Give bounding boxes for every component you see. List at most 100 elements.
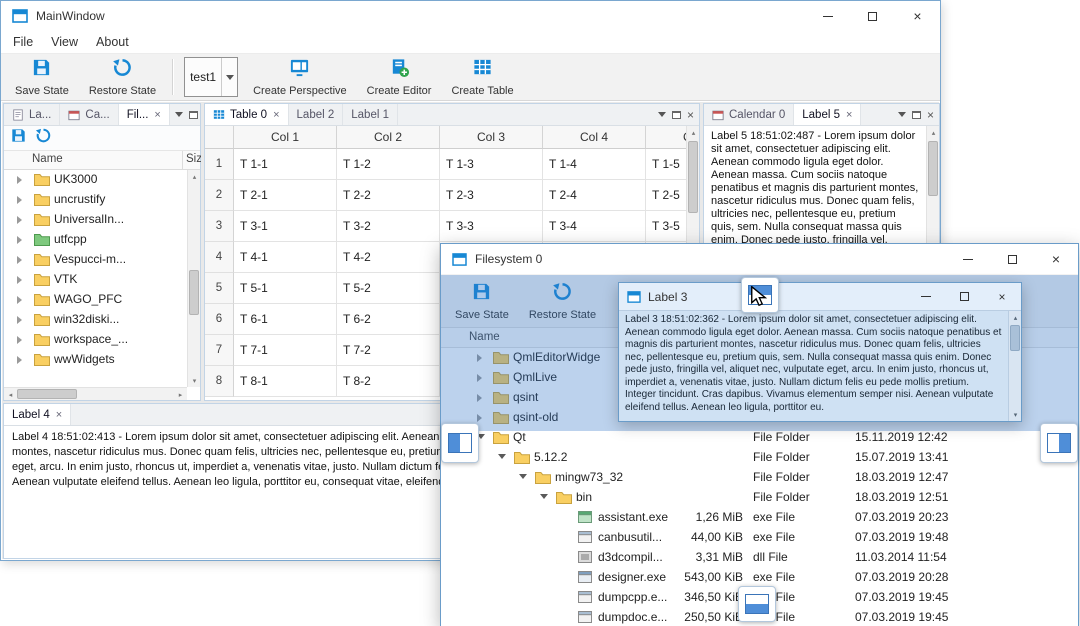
tree-item[interactable]: wwWidgets	[4, 350, 187, 370]
chevron-right-icon[interactable]	[17, 296, 22, 304]
vertical-scrollbar[interactable]: ▴ ▾	[187, 170, 200, 387]
table-cell[interactable]: T 3-4	[543, 211, 646, 242]
chevron-right-icon[interactable]	[17, 236, 22, 244]
tree-item[interactable]: designer.exe 543,00 KiB exe File 07.03.2019…	[441, 568, 1078, 588]
tab-label1[interactable]: Label 1	[343, 104, 398, 125]
table-cell[interactable]: T 3-2	[337, 211, 440, 242]
close-button[interactable]: ×	[1034, 244, 1078, 274]
table-cell[interactable]: T 4-1	[234, 242, 337, 273]
tree-item[interactable]: UK3000	[4, 170, 187, 190]
table-cell[interactable]: T 2-1	[234, 180, 337, 211]
minimize-button[interactable]	[907, 283, 945, 310]
column-header[interactable]: Col 2	[337, 126, 440, 149]
maximize-button[interactable]	[945, 283, 983, 310]
row-header[interactable]: 2	[205, 180, 234, 211]
tab-label4[interactable]: Label 4 ×	[4, 404, 72, 425]
table-cell[interactable]: T 4-2	[337, 242, 440, 273]
tab-table0[interactable]: Table 0 ×	[205, 104, 289, 125]
table-cell[interactable]: T 3-1	[234, 211, 337, 242]
vertical-scrollbar[interactable]: ▴ ▾	[1008, 311, 1021, 421]
scrollbar-handle[interactable]	[688, 141, 698, 213]
tree-item[interactable]: Vespucci-m...	[4, 250, 187, 270]
close-dock-icon[interactable]: ×	[927, 108, 934, 122]
chevron-right-icon[interactable]	[17, 196, 22, 204]
tree-item[interactable]: workspace_...	[4, 330, 187, 350]
table-cell[interactable]: T 3-5	[646, 211, 686, 242]
scroll-down-icon[interactable]: ▾	[1009, 408, 1022, 421]
minimize-button[interactable]	[946, 244, 990, 274]
float-dock-icon[interactable]	[671, 110, 681, 119]
scroll-down-icon[interactable]: ▾	[188, 374, 201, 387]
chevron-right-icon[interactable]	[17, 336, 22, 344]
tab-filesystem1[interactable]: Fil... ×	[118, 104, 170, 125]
table-cell[interactable]: T 2-2	[337, 180, 440, 211]
row-header[interactable]: 8	[205, 366, 234, 397]
column-size[interactable]: Size	[182, 151, 201, 169]
scroll-left-icon[interactable]: ◂	[4, 388, 17, 401]
dock-indicator-bottom[interactable]	[738, 586, 776, 622]
chevron-right-icon[interactable]	[17, 176, 22, 184]
table-cell[interactable]: T 6-2	[337, 304, 440, 335]
tree-item[interactable]: WAGO_PFC	[4, 290, 187, 310]
tab-close-icon[interactable]: ×	[154, 109, 160, 121]
dock-indicator-right[interactable]	[1040, 423, 1078, 463]
perspective-combo[interactable]: test1	[184, 57, 239, 97]
chevron-right-icon[interactable]	[17, 276, 22, 284]
table-cell[interactable]: T 2-4	[543, 180, 646, 211]
label3-titlebar[interactable]: Label 3 ×	[619, 283, 1021, 311]
scrollbar-handle[interactable]	[189, 270, 199, 315]
main-titlebar[interactable]: MainWindow ×	[1, 1, 940, 31]
create-table-button[interactable]: Create Table	[442, 55, 522, 99]
close-button[interactable]: ×	[983, 283, 1021, 310]
tree-item[interactable]: 5.12.2 File Folder 15.07.2019 13:41	[441, 448, 1078, 468]
tabs-menu-icon[interactable]	[174, 112, 183, 117]
scroll-up-icon[interactable]: ▴	[687, 126, 700, 139]
tabs-menu-icon[interactable]	[897, 112, 906, 117]
row-header[interactable]: 7	[205, 335, 234, 366]
scroll-up-icon[interactable]: ▴	[927, 126, 940, 139]
row-header[interactable]: 6	[205, 304, 234, 335]
scrollbar-handle[interactable]	[928, 141, 938, 196]
table-cell[interactable]: T 7-1	[234, 335, 337, 366]
table-cell[interactable]: T 1-4	[543, 149, 646, 180]
row-header[interactable]: 3	[205, 211, 234, 242]
table-cell[interactable]: T 1-2	[337, 149, 440, 180]
tree-item[interactable]: win32diski...	[4, 310, 187, 330]
filesystem-titlebar[interactable]: Filesystem 0 ×	[441, 244, 1078, 274]
menu-file[interactable]: File	[4, 31, 42, 53]
row-header[interactable]: 1	[205, 149, 234, 180]
save-icon[interactable]	[10, 127, 27, 149]
tree-item[interactable]: Qt File Folder 15.11.2019 12:42	[441, 428, 1078, 448]
table-cell[interactable]: T 2-5	[646, 180, 686, 211]
column-header[interactable]: Col 3	[440, 126, 543, 149]
column-name[interactable]: Name	[32, 153, 63, 165]
create-editor-button[interactable]: Create Editor	[358, 55, 441, 99]
close-dock-icon[interactable]: ×	[687, 108, 694, 122]
float-dock-icon[interactable]	[911, 110, 921, 119]
tree-item[interactable]: mingw73_32 File Folder 18.03.2019 12:47	[441, 468, 1078, 488]
menu-about[interactable]: About	[87, 31, 138, 53]
table-cell[interactable]: T 5-1	[234, 273, 337, 304]
tree-item[interactable]: UniversalIn...	[4, 210, 187, 230]
table-cell[interactable]: T 1-5	[646, 149, 686, 180]
float-dock-icon[interactable]	[188, 110, 198, 119]
tab-calendar0[interactable]: Calendar 0	[704, 104, 795, 125]
table-cell[interactable]: T 6-1	[234, 304, 337, 335]
restore-state-button[interactable]: Restore State	[80, 55, 165, 99]
chevron-right-icon[interactable]	[17, 356, 22, 364]
scrollbar-handle[interactable]	[1010, 325, 1020, 351]
table-cell[interactable]: T 8-1	[234, 366, 337, 397]
chevron-down-icon[interactable]	[498, 454, 506, 459]
close-button[interactable]: ×	[895, 1, 940, 31]
tab-calendar1[interactable]: Ca...	[60, 104, 119, 125]
create-perspective-button[interactable]: Create Perspective	[244, 55, 356, 99]
chevron-right-icon[interactable]	[17, 216, 22, 224]
column-header[interactable]: Col 1	[234, 126, 337, 149]
row-header[interactable]: 4	[205, 242, 234, 273]
table-cell[interactable]: T 1-1	[234, 149, 337, 180]
table-cell[interactable]: T 8-2	[337, 366, 440, 397]
dock-indicator-left[interactable]	[441, 423, 479, 463]
tab-close-icon[interactable]: ×	[273, 109, 279, 121]
table-cell[interactable]: T 2-3	[440, 180, 543, 211]
tree-item[interactable]: uncrustify	[4, 190, 187, 210]
